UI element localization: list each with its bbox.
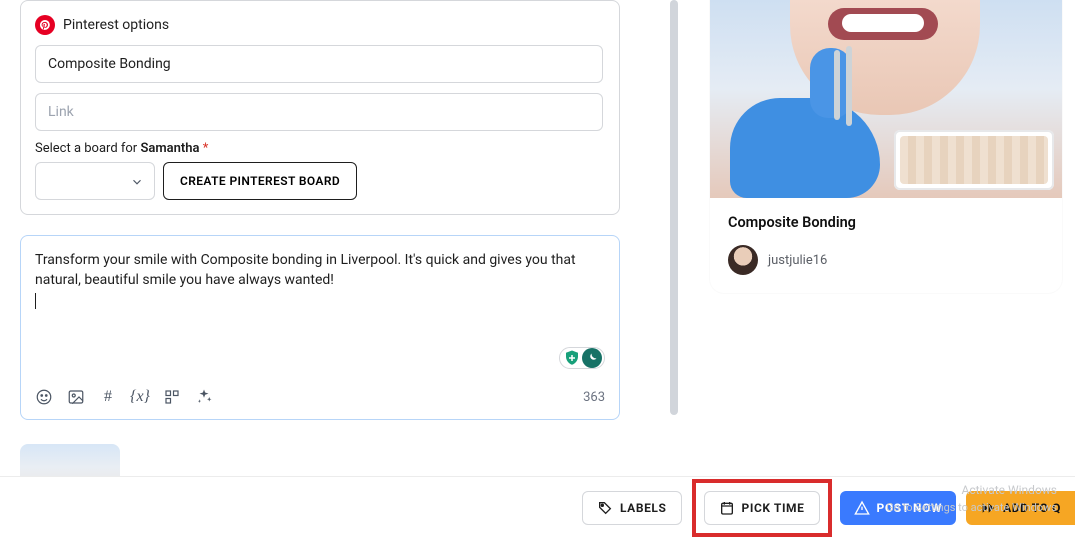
pinterest-link-input[interactable] [35,93,603,131]
labels-button[interactable]: LABELS [582,491,682,525]
pinterest-title-input[interactable] [35,45,603,83]
windows-watermark-sub: Go to Settings to activate Windows [886,501,1057,514]
calendar-icon [719,500,735,516]
pick-time-button[interactable]: PICK TIME [704,491,820,525]
moon-icon [582,348,602,368]
alert-triangle-icon [854,500,870,516]
pick-time-highlight: PICK TIME [692,479,832,537]
scrollbar-track[interactable] [670,0,678,415]
pinterest-icon [35,15,55,35]
create-pinterest-board-button[interactable]: CREATE PINTEREST BOARD [163,162,357,200]
preview-title: Composite Bonding [710,198,1062,239]
board-row: CREATE PINTEREST BOARD [35,162,605,200]
grammar-badge[interactable] [559,347,605,369]
chevron-down-icon [130,175,144,189]
preview-image [710,0,1062,198]
sparkle-ai-icon[interactable] [195,388,213,406]
left-column: Pinterest options Select a board for Sam… [20,0,620,510]
image-icon[interactable] [67,388,85,406]
preview-card: Composite Bonding justjulie16 [710,0,1062,293]
compose-toolbar: # {x} 363 [21,375,619,419]
text-cursor [35,293,36,309]
board-select-dropdown[interactable] [35,162,155,200]
avatar [728,245,758,275]
template-icon[interactable] [163,388,181,406]
preview-pane: Composite Bonding justjulie16 [690,0,1075,470]
variable-icon[interactable]: {x} [131,388,149,406]
pinterest-panel-header: Pinterest options [35,15,605,35]
windows-watermark: Activate Windows [962,483,1057,497]
char-counter: 363 [583,390,605,405]
hashtag-icon[interactable]: # [99,388,117,406]
compose-box[interactable]: Transform your smile with Composite bond… [20,235,620,420]
preview-author: justjulie16 [710,239,1062,293]
pinterest-options-panel: Pinterest options Select a board for Sam… [20,0,620,215]
compose-text[interactable]: Transform your smile with Composite bond… [21,236,619,326]
shield-plus-icon [562,348,582,368]
emoji-icon[interactable] [35,388,53,406]
board-select-label: Select a board for Samantha * [35,141,605,156]
author-name: justjulie16 [768,253,827,268]
bottom-action-bar: Activate Windows Go to Settings to activ… [0,476,1075,539]
tag-icon [597,500,613,516]
pinterest-panel-title: Pinterest options [63,17,169,33]
